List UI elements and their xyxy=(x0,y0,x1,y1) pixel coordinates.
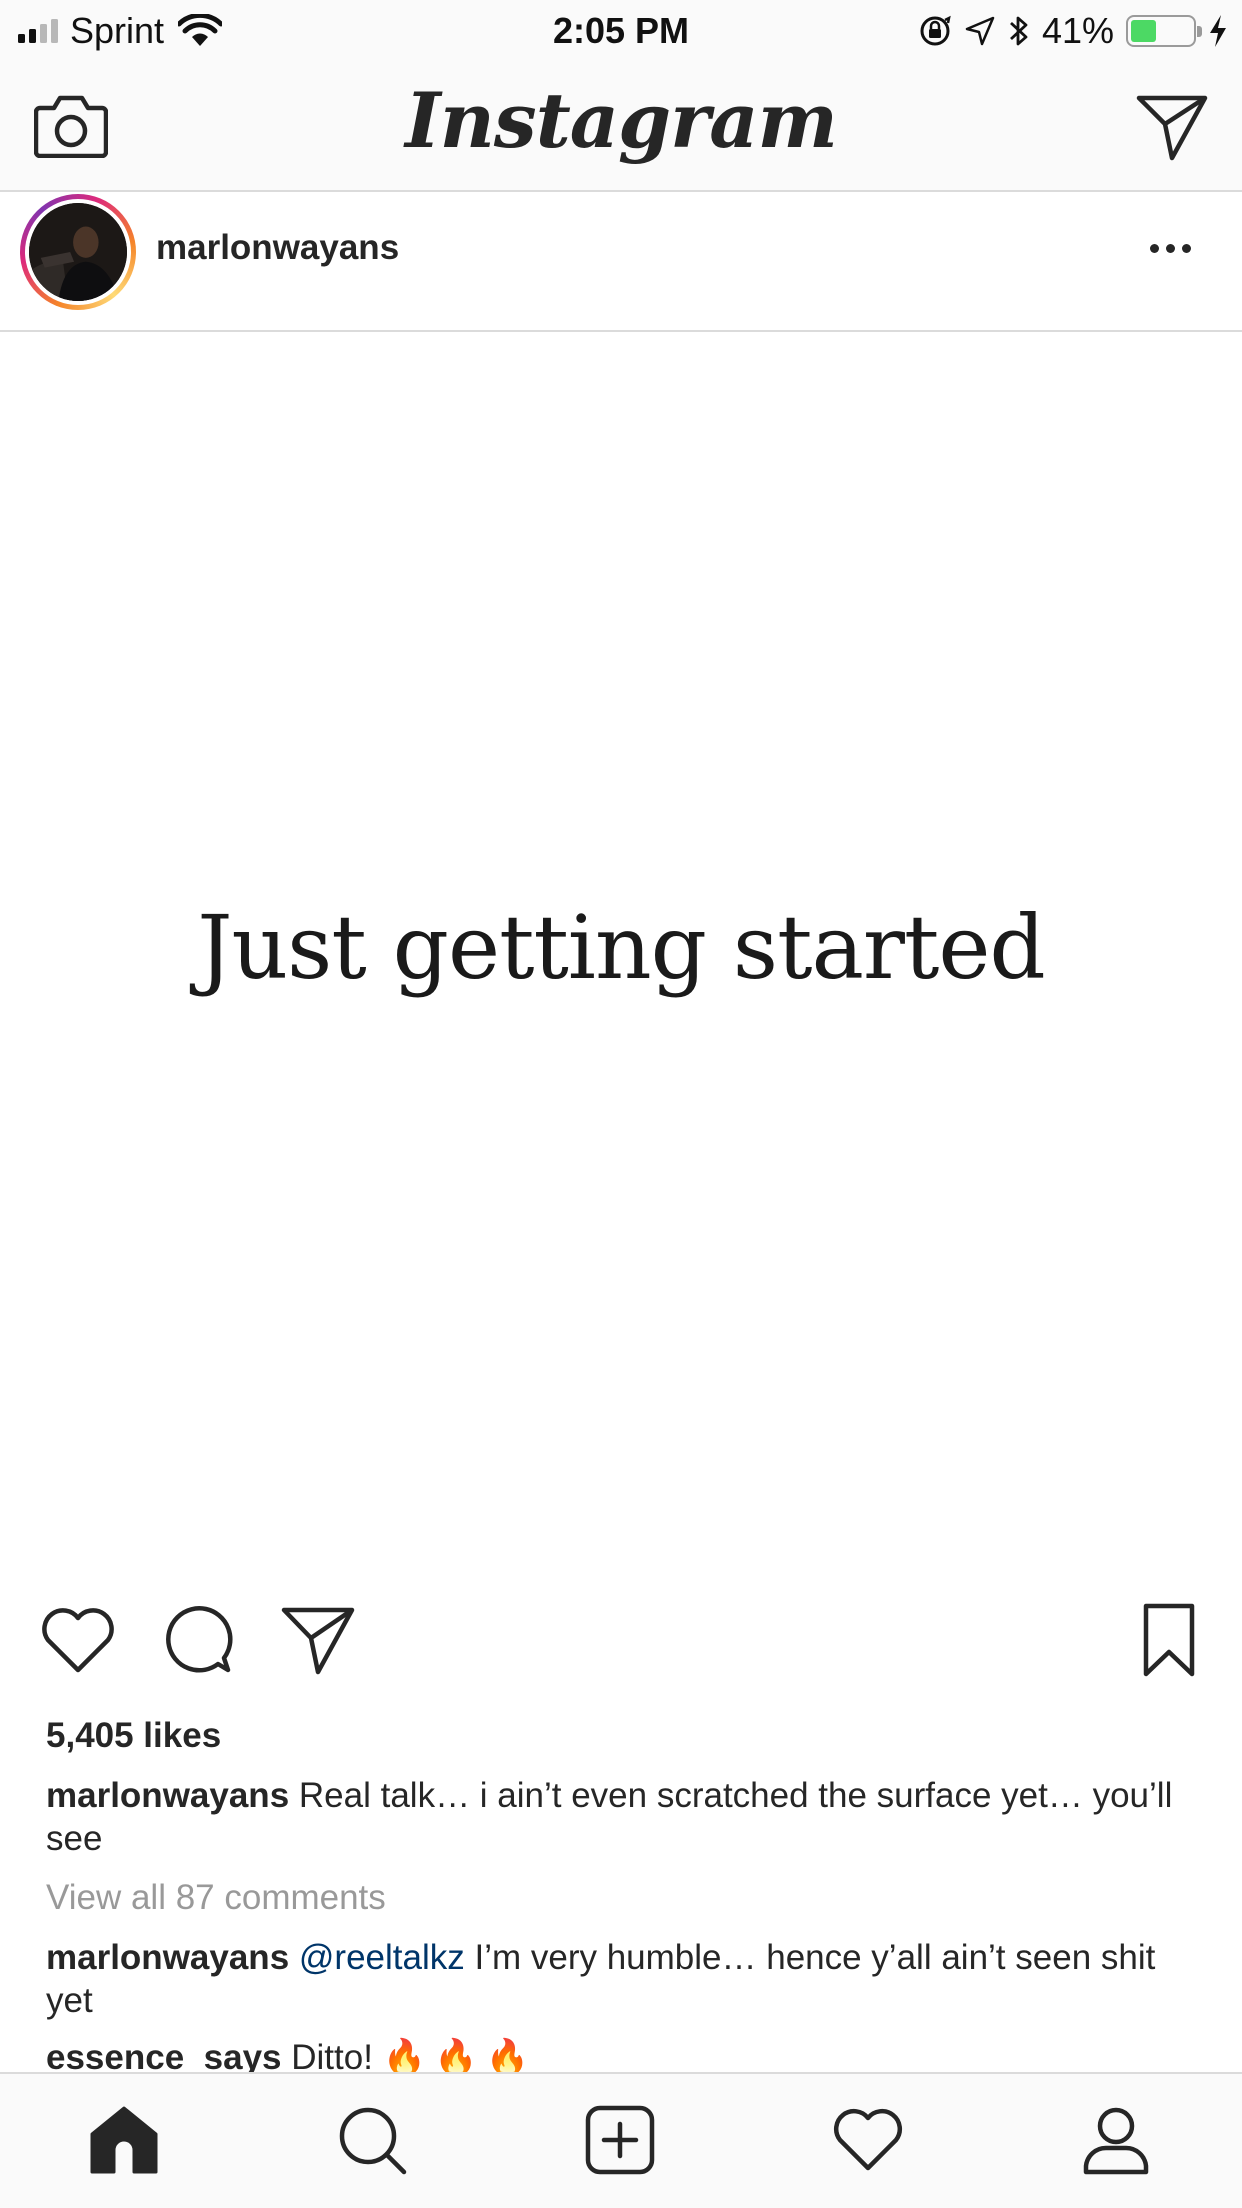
post-header: marlonwayans xyxy=(0,194,1242,332)
battery-level xyxy=(1131,20,1156,42)
save-bookmark-icon[interactable] xyxy=(1134,1600,1204,1680)
orientation-lock-icon xyxy=(920,15,951,46)
likes-count[interactable]: 5,405 likes xyxy=(46,1716,221,1756)
post-image-text: Just getting started xyxy=(197,896,1046,999)
caption-username[interactable]: marlonwayans xyxy=(46,1776,289,1815)
activity-icon[interactable] xyxy=(832,2104,904,2176)
battery-icon xyxy=(1126,15,1202,47)
new-post-icon[interactable] xyxy=(584,2104,656,2176)
post-actions xyxy=(0,1600,1242,1690)
like-icon[interactable] xyxy=(38,1600,118,1680)
tab-bar xyxy=(0,2072,1242,2208)
direct-message-icon[interactable] xyxy=(1136,94,1208,162)
location-icon xyxy=(965,16,995,46)
search-icon[interactable] xyxy=(336,2104,408,2176)
battery-percent: 41% xyxy=(1041,10,1114,51)
story-ring[interactable] xyxy=(20,194,136,310)
home-icon[interactable] xyxy=(88,2104,160,2176)
avatar-photo xyxy=(29,203,127,301)
charging-icon xyxy=(1210,15,1226,47)
more-options-icon[interactable] xyxy=(1150,238,1198,258)
instagram-logo[interactable]: Instagram xyxy=(0,76,1242,165)
share-icon[interactable] xyxy=(278,1600,358,1680)
avatar[interactable] xyxy=(29,203,127,301)
comment-username[interactable]: marlonwayans xyxy=(46,1938,289,1977)
comment-mention[interactable]: @reeltalkz xyxy=(299,1938,465,1977)
bluetooth-icon xyxy=(1009,16,1028,46)
post-username[interactable]: marlonwayans xyxy=(156,228,399,268)
view-all-comments-link[interactable]: View all 87 comments xyxy=(46,1878,386,1918)
comment-item: marlonwayans @reeltalkz I’m very humble…… xyxy=(46,1936,1206,2022)
profile-icon[interactable] xyxy=(1080,2104,1152,2176)
nav-header: Instagram xyxy=(0,62,1242,192)
comment-icon[interactable] xyxy=(158,1600,238,1680)
post-image[interactable]: Just getting started xyxy=(0,336,1242,1576)
status-bar: Sprint 2:05 PM 41% xyxy=(0,0,1242,62)
status-right: 41% xyxy=(918,8,1228,54)
post-caption: marlonwayans Real talk… i ain’t even scr… xyxy=(46,1774,1206,1860)
